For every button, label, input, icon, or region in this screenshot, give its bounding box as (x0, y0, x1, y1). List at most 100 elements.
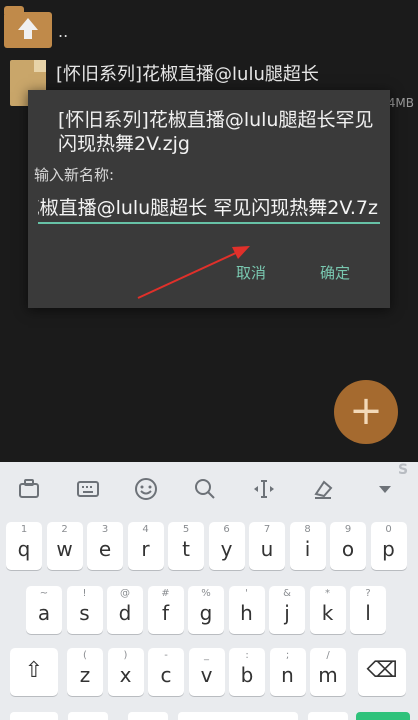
key-secondary-label: - (164, 650, 168, 661)
key-secondary-label: : (245, 650, 249, 661)
key-secondary-label: 4 (142, 524, 149, 535)
parent-folder-label: .. (58, 22, 69, 41)
key-a[interactable]: ~ a (26, 586, 62, 634)
key-x[interactable]: ) x (107, 648, 144, 696)
enter-key[interactable] (356, 712, 410, 720)
key-j[interactable]: & j (269, 586, 305, 634)
key-n[interactable]: ; n (269, 648, 306, 696)
key-label: h (240, 601, 253, 625)
key-label: q (17, 537, 31, 561)
key-d[interactable]: @ d (107, 586, 143, 634)
key-label: f (161, 601, 170, 625)
key-r[interactable]: 4r (127, 522, 164, 570)
key-y[interactable]: 6y (208, 522, 245, 570)
key-label: o (341, 537, 355, 561)
key-label: n (281, 663, 294, 687)
key-label: a (37, 601, 51, 625)
key-label: m (318, 663, 338, 687)
key-f[interactable]: # f (147, 586, 184, 634)
parent-folder-row[interactable]: .. (0, 4, 418, 60)
key-z[interactable]: (z (67, 648, 103, 696)
key-secondary-label: # (161, 588, 170, 599)
key-secondary-label: 7 (263, 524, 271, 535)
key-p[interactable]: 0p (370, 522, 407, 570)
key-label: w (56, 537, 73, 561)
key-q[interactable]: 1q (6, 522, 42, 570)
key-secondary-label: ? (365, 588, 371, 599)
key-b[interactable]: :b (229, 648, 265, 696)
key-o[interactable]: 9o (330, 522, 366, 570)
toolbox-icon[interactable] (16, 476, 42, 502)
key-i[interactable]: 8i (289, 522, 326, 570)
rename-dialog: [怀旧系列]花椒直播@lulu腿超长罕见闪现热舞2V.zjg 输入新名称: [怀… (28, 90, 390, 308)
key-label: j (284, 601, 290, 625)
key-u[interactable]: 7u (249, 522, 285, 570)
key-label: d (118, 601, 132, 625)
key-label: u (260, 537, 274, 561)
file-name: [怀旧系列]花椒直播@lulu腿超长 (56, 64, 319, 85)
period-key[interactable] (308, 712, 348, 720)
key-label: p (382, 537, 395, 561)
key-w[interactable]: 2w (46, 522, 83, 570)
emoji-icon[interactable] (133, 476, 159, 502)
key-secondary-label: / (326, 650, 330, 661)
add-button[interactable]: + (334, 380, 398, 444)
key-secondary-label: 0 (385, 524, 392, 535)
file-size: 4MB (387, 96, 414, 110)
key-g[interactable]: % g (188, 586, 224, 634)
key-label: x (119, 663, 132, 687)
key-l[interactable]: ? l (350, 586, 386, 634)
symbols-key[interactable] (10, 712, 58, 720)
key-secondary-label: @ (120, 588, 130, 599)
cursor-move-icon[interactable] (251, 476, 277, 502)
soft-keyboard: S 1 q 2 w 3 e 4 r 5 t 6 y 7 u 8 i 9 o 0 p ~ a! s @ d # f% g ' h & j * k? l… (0, 462, 418, 720)
key-secondary-label: ; (285, 650, 290, 661)
new-name-input-text: [怀旧系列]花椒直播@lulu腿超长 罕见闪现热舞2V.7z (38, 197, 378, 219)
shift-key[interactable]: ⇧ (10, 648, 58, 696)
key-v[interactable]: _ v (188, 648, 225, 696)
key-m[interactable]: / m (310, 648, 346, 696)
key-label: v (200, 663, 213, 687)
key-label: t (182, 537, 190, 561)
key-c[interactable]: -c (148, 648, 184, 696)
shift-icon: ⇧ (24, 658, 44, 683)
key-label: b (240, 663, 254, 687)
keyboard-toolbar: S (0, 462, 418, 516)
key-secondary-label: _ (204, 650, 209, 661)
key-label: y (220, 537, 233, 561)
key-label: g (199, 601, 213, 625)
dialog-title: [怀旧系列]花椒直播@lulu腿超长罕见闪现热舞2V.zjg (58, 109, 374, 155)
key-label: s (79, 601, 90, 625)
keyboard-icon[interactable] (75, 476, 101, 502)
comma-key[interactable] (68, 712, 108, 720)
backspace-icon: ⌫ (366, 658, 398, 683)
space-key[interactable] (178, 712, 298, 720)
clear-icon[interactable] (310, 476, 336, 502)
key-h[interactable]: ' h (228, 586, 265, 634)
key-k[interactable]: * k (309, 586, 346, 634)
search-icon[interactable] (192, 476, 218, 502)
brand-mark: S (398, 462, 409, 478)
key-secondary-label: 2 (61, 524, 68, 535)
key-label: e (98, 537, 112, 561)
ok-button[interactable]: 确定 (320, 262, 350, 283)
dialog-label: 输入新名称: (34, 166, 115, 184)
key-secondary-label: ~ (39, 588, 49, 599)
backspace-key[interactable]: ⌫ (358, 648, 406, 696)
key-t[interactable]: 5t (168, 522, 204, 570)
key-s[interactable]: ! s (66, 586, 103, 634)
key-secondary-label: % (201, 588, 211, 599)
key-e[interactable]: 3e (87, 522, 123, 570)
key-label: z (79, 663, 91, 687)
mic-key[interactable] (128, 712, 168, 720)
key-label: c (160, 663, 172, 687)
key-secondary-label: 9 (344, 524, 352, 535)
key-secondary-label: ) (123, 650, 128, 661)
collapse-icon[interactable] (372, 476, 398, 502)
key-secondary-label: 1 (20, 524, 28, 535)
arrow-up-icon (18, 18, 38, 39)
key-secondary-label: & (283, 588, 291, 599)
cancel-button[interactable]: 取消 (236, 262, 266, 283)
key-secondary-label: ( (83, 650, 87, 661)
new-name-input[interactable]: [怀旧系列]花椒直播@lulu腿超长 罕见闪现热舞2V.7z (38, 194, 380, 224)
